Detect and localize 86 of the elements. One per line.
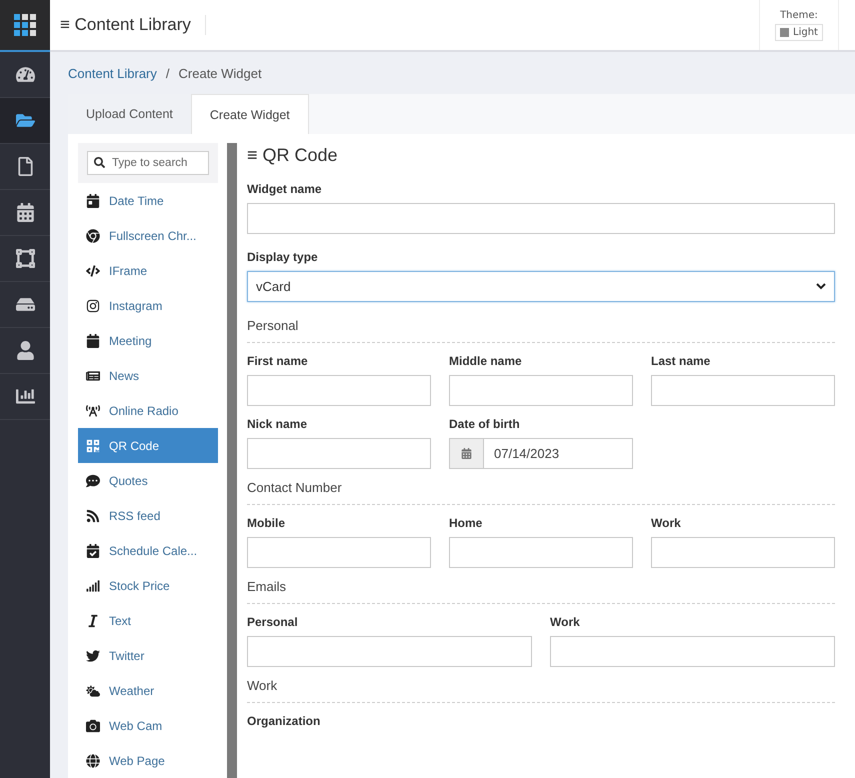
field-label: Home: [449, 516, 484, 530]
browser-icon: [86, 228, 100, 242]
widget-list-item[interactable]: Online Radio: [78, 393, 218, 428]
tab[interactable]: Create Widget: [192, 94, 309, 134]
widget-list-item[interactable]: Fullscreen Chr...: [78, 218, 218, 253]
widget-list-item[interactable]: RSS feed: [78, 498, 218, 533]
widget-list-item[interactable]: Twitter: [78, 638, 218, 673]
section-title: Work: [247, 678, 835, 703]
newspaper-icon: [86, 368, 100, 382]
field-label: Work: [550, 615, 581, 629]
user-icon: [16, 341, 34, 360]
widget-list-item[interactable]: Schedule Cale...: [78, 533, 218, 568]
search-icon: [94, 157, 105, 168]
field-label: Display type: [247, 250, 319, 264]
widget-list-item[interactable]: Meeting: [78, 323, 218, 358]
widget-list-item[interactable]: Web Page: [78, 743, 218, 778]
breadcrumb-current: Create Widget: [178, 66, 262, 80]
select-field[interactable]: vCard: [247, 271, 835, 302]
date-field[interactable]: 07/14/2023: [449, 438, 633, 469]
widget-list-item[interactable]: IFrame: [78, 253, 218, 288]
widget-list-item[interactable]: Instagram: [78, 288, 218, 323]
vector-icon: [16, 249, 34, 268]
webcam-icon: [86, 718, 100, 732]
text-field[interactable]: [651, 375, 835, 406]
calendar-icon: [86, 334, 100, 348]
theme-label: Theme:: [780, 10, 818, 20]
file-icon: [16, 157, 34, 176]
widget-list-item[interactable]: Quotes: [78, 463, 218, 498]
date-value: 07/14/2023: [493, 445, 560, 463]
logo-icon: [14, 14, 36, 36]
text-field[interactable]: [449, 537, 633, 568]
section-title: Emails: [247, 579, 835, 604]
code-icon: [86, 264, 100, 278]
widget-list-item[interactable]: Text: [78, 603, 218, 638]
widget-list-item[interactable]: Date Time: [78, 183, 218, 218]
field-label: Middle name: [449, 354, 523, 368]
calendar-icon: [461, 448, 472, 459]
bird-icon: [86, 648, 100, 662]
drive-icon: [16, 295, 34, 314]
field-label: Widget name: [247, 182, 323, 196]
page-title: ≡ Content Library: [60, 15, 206, 35]
field-label: Nick name: [247, 417, 308, 431]
widget-list-item[interactable]: News: [78, 358, 218, 393]
globe-icon: [86, 754, 100, 768]
search-field[interactable]: Type to search: [87, 151, 209, 175]
widget-list-item[interactable]: Web Cam: [78, 708, 218, 743]
bar-chart-icon: [86, 578, 100, 592]
camera-icon: [86, 298, 100, 312]
field-label: Date of birth: [449, 417, 521, 431]
tab[interactable]: Upload Content: [68, 94, 192, 134]
dashboard-icon: [16, 65, 34, 84]
text-field[interactable]: [247, 537, 431, 568]
field-label: Mobile: [247, 516, 286, 530]
calendar-icon: [16, 203, 34, 222]
text-icon: [86, 614, 100, 628]
folder-icon: [16, 111, 34, 130]
text-field[interactable]: [651, 537, 835, 568]
radio-icon: [86, 404, 100, 418]
nav-button[interactable]: [0, 98, 50, 144]
section-title: Personal: [247, 318, 835, 343]
field-label: Work: [651, 516, 682, 530]
field-label: Last name: [651, 354, 712, 368]
text-field[interactable]: [247, 438, 431, 469]
text-field[interactable]: [550, 636, 835, 667]
theme-button[interactable]: Light: [775, 24, 823, 40]
chevron-down-icon: [816, 283, 826, 290]
section-title: Contact Number: [247, 480, 835, 505]
text-field[interactable]: [247, 203, 835, 234]
field-label: Organization: [247, 714, 322, 728]
field-label: Personal: [247, 615, 299, 629]
widget-list-item[interactable]: Stock Price: [78, 568, 218, 603]
text-field[interactable]: [449, 375, 633, 406]
text-field[interactable]: [247, 375, 431, 406]
widget-list-item[interactable]: Weather: [78, 673, 218, 708]
text-field[interactable]: [247, 636, 532, 667]
calendar-icon: [86, 544, 100, 558]
field-label: First name: [247, 354, 309, 368]
widget-list-item[interactable]: QR Code: [78, 428, 218, 463]
breadcrumb-separator: /: [166, 66, 170, 80]
cloud-sun-icon: [86, 684, 100, 698]
bar-chart-icon: [16, 387, 34, 406]
qr-code-icon: [86, 438, 100, 452]
rss-icon: [86, 508, 100, 522]
breadcrumb-link[interactable]: Content Library: [68, 66, 157, 80]
form-title: ≡ QR Code: [247, 145, 339, 166]
speech-bubble-icon: [86, 474, 100, 488]
